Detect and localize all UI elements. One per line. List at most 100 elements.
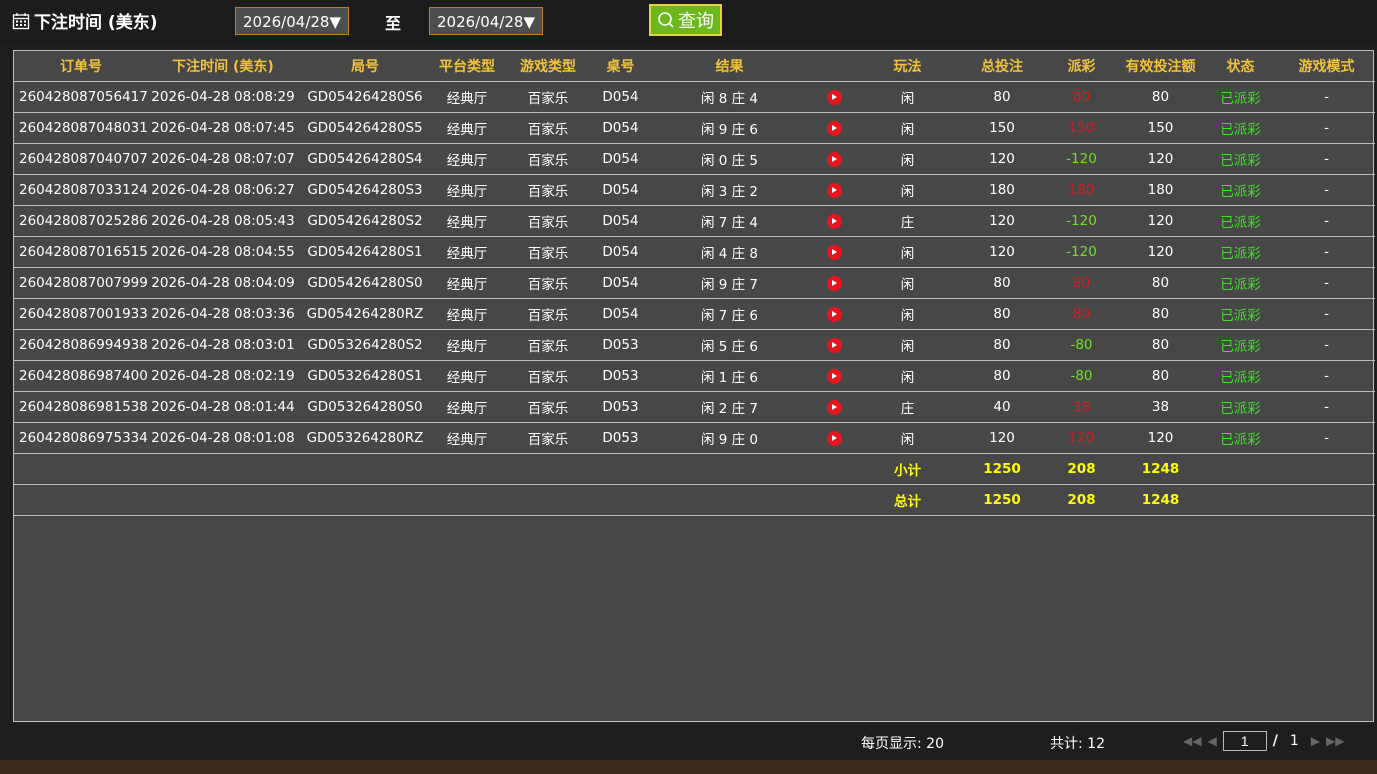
play-video-icon[interactable]: [826, 306, 842, 322]
replay-cell: [812, 112, 856, 144]
platform-cell: 经典厅: [432, 267, 502, 299]
table-no-cell: D054: [594, 174, 647, 206]
game-cell: 百家乐: [502, 236, 594, 268]
game-cell: 百家乐: [502, 143, 594, 175]
status-cell: 已派彩: [1203, 174, 1278, 206]
search-icon: [658, 12, 674, 28]
replay-cell: [812, 205, 856, 237]
replay-cell: [812, 236, 856, 268]
col-header: [812, 51, 856, 82]
round-cell: GD054264280S4: [298, 143, 432, 175]
table-row: 260428087048031 2026-04-28 08:07:45 GD0542…: [14, 112, 1375, 144]
valid-bet-cell: 150: [1118, 112, 1203, 144]
payout-cell: 150: [1045, 112, 1118, 144]
order-cell: 260428086987400: [14, 360, 148, 392]
bet-cell: 80: [959, 360, 1045, 392]
result-cell: 闲 9 庄 6: [647, 112, 812, 144]
payout-cell: 180: [1045, 174, 1118, 206]
payout-cell: 80: [1045, 298, 1118, 330]
end-date-select[interactable]: 2026/04/28▼: [429, 7, 543, 35]
valid-bet-cell: 80: [1118, 267, 1203, 299]
order-cell: 260428087033124: [14, 174, 148, 206]
table-row: 260428086987400 2026-04-28 08:02:19 GD0532…: [14, 360, 1375, 392]
last-page-icon[interactable]: ▶▶: [1326, 734, 1344, 748]
play-video-icon[interactable]: [826, 244, 842, 260]
platform-cell: 经典厅: [432, 205, 502, 237]
play-video-icon[interactable]: [826, 399, 842, 415]
play-video-icon[interactable]: [826, 182, 842, 198]
table-row: 260428087040707 2026-04-28 08:07:07 GD0542…: [14, 143, 1375, 175]
status-cell: 已派彩: [1203, 81, 1278, 113]
play-type-cell: 闲: [856, 112, 959, 144]
next-page-icon[interactable]: ▶: [1311, 734, 1320, 748]
order-cell: 260428087056417: [14, 81, 148, 113]
table-row: 260428087007999 2026-04-28 08:04:09 GD0542…: [14, 267, 1375, 299]
status-cell: 已派彩: [1203, 360, 1278, 392]
game-cell: 百家乐: [502, 360, 594, 392]
game-cell: 百家乐: [502, 81, 594, 113]
play-type-cell: 闲: [856, 298, 959, 330]
col-header: 桌号: [594, 51, 647, 82]
query-button[interactable]: 查询: [649, 4, 722, 36]
result-cell: 闲 2 庄 7: [647, 391, 812, 423]
play-video-icon[interactable]: [826, 368, 842, 384]
records-panel: 订单号 下注时间 (美东) 局号 平台类型 游戏类型 桌号 结果 玩法 总投注 …: [13, 50, 1375, 722]
col-header: 派彩: [1045, 51, 1118, 82]
col-header: 结果: [647, 51, 812, 82]
play-type-cell: 庄: [856, 205, 959, 237]
platform-cell: 经典厅: [432, 174, 502, 206]
order-cell: 260428086975334: [14, 422, 148, 454]
bet-cell: 80: [959, 267, 1045, 299]
table-no-cell: D053: [594, 422, 647, 454]
start-date-select[interactable]: 2026/04/28▼: [235, 7, 349, 35]
order-cell: 260428087048031: [14, 112, 148, 144]
col-header: 有效投注额: [1118, 51, 1203, 82]
replay-cell: [812, 360, 856, 392]
page-number-input[interactable]: [1222, 731, 1267, 751]
payout-cell: -80: [1045, 329, 1118, 361]
play-type-cell: 闲: [856, 267, 959, 299]
order-cell: 260428087007999: [14, 267, 148, 299]
mode-cell: -: [1278, 267, 1375, 299]
first-page-icon[interactable]: ◀◀: [1183, 734, 1201, 748]
play-video-icon[interactable]: [826, 430, 842, 446]
platform-cell: 经典厅: [432, 143, 502, 175]
result-cell: 闲 1 庄 6: [647, 360, 812, 392]
prev-page-icon[interactable]: ◀: [1207, 734, 1216, 748]
status-cell: 已派彩: [1203, 143, 1278, 175]
play-video-icon[interactable]: [826, 120, 842, 136]
bet-cell: 40: [959, 391, 1045, 423]
bet-cell: 80: [959, 298, 1045, 330]
mode-cell: -: [1278, 205, 1375, 237]
col-header: 玩法: [856, 51, 959, 82]
table-row: 260428087025286 2026-04-28 08:05:43 GD0542…: [14, 205, 1375, 237]
time-cell: 2026-04-28 08:03:36: [148, 298, 298, 330]
result-cell: 闲 5 庄 6: [647, 329, 812, 361]
game-cell: 百家乐: [502, 391, 594, 423]
round-cell: GD053264280RZ: [298, 422, 432, 454]
round-cell: GD054264280S6: [298, 81, 432, 113]
status-cell: 已派彩: [1203, 298, 1278, 330]
payout-cell: 120: [1045, 422, 1118, 454]
total-row: 总计 1250 208 1248: [14, 484, 1375, 516]
play-video-icon[interactable]: [826, 275, 842, 291]
play-video-icon[interactable]: [826, 89, 842, 105]
result-cell: 闲 9 庄 7: [647, 267, 812, 299]
time-cell: 2026-04-28 08:07:07: [148, 143, 298, 175]
round-cell: GD054264280S0: [298, 267, 432, 299]
subtotal-row: 小计 1250 208 1248: [14, 453, 1375, 485]
valid-bet-cell: 120: [1118, 422, 1203, 454]
round-cell: GD054264280RZ: [298, 298, 432, 330]
play-video-icon[interactable]: [826, 213, 842, 229]
play-type-cell: 闲: [856, 81, 959, 113]
table-no-cell: D053: [594, 329, 647, 361]
round-cell: GD053264280S0: [298, 391, 432, 423]
table-no-cell: D054: [594, 112, 647, 144]
total-count-label: 共计: 12: [1050, 736, 1105, 752]
to-label: 至: [385, 14, 402, 33]
play-video-icon[interactable]: [826, 151, 842, 167]
mode-cell: -: [1278, 360, 1375, 392]
play-video-icon[interactable]: [826, 337, 842, 353]
round-cell: GD053264280S1: [298, 360, 432, 392]
bet-cell: 120: [959, 205, 1045, 237]
